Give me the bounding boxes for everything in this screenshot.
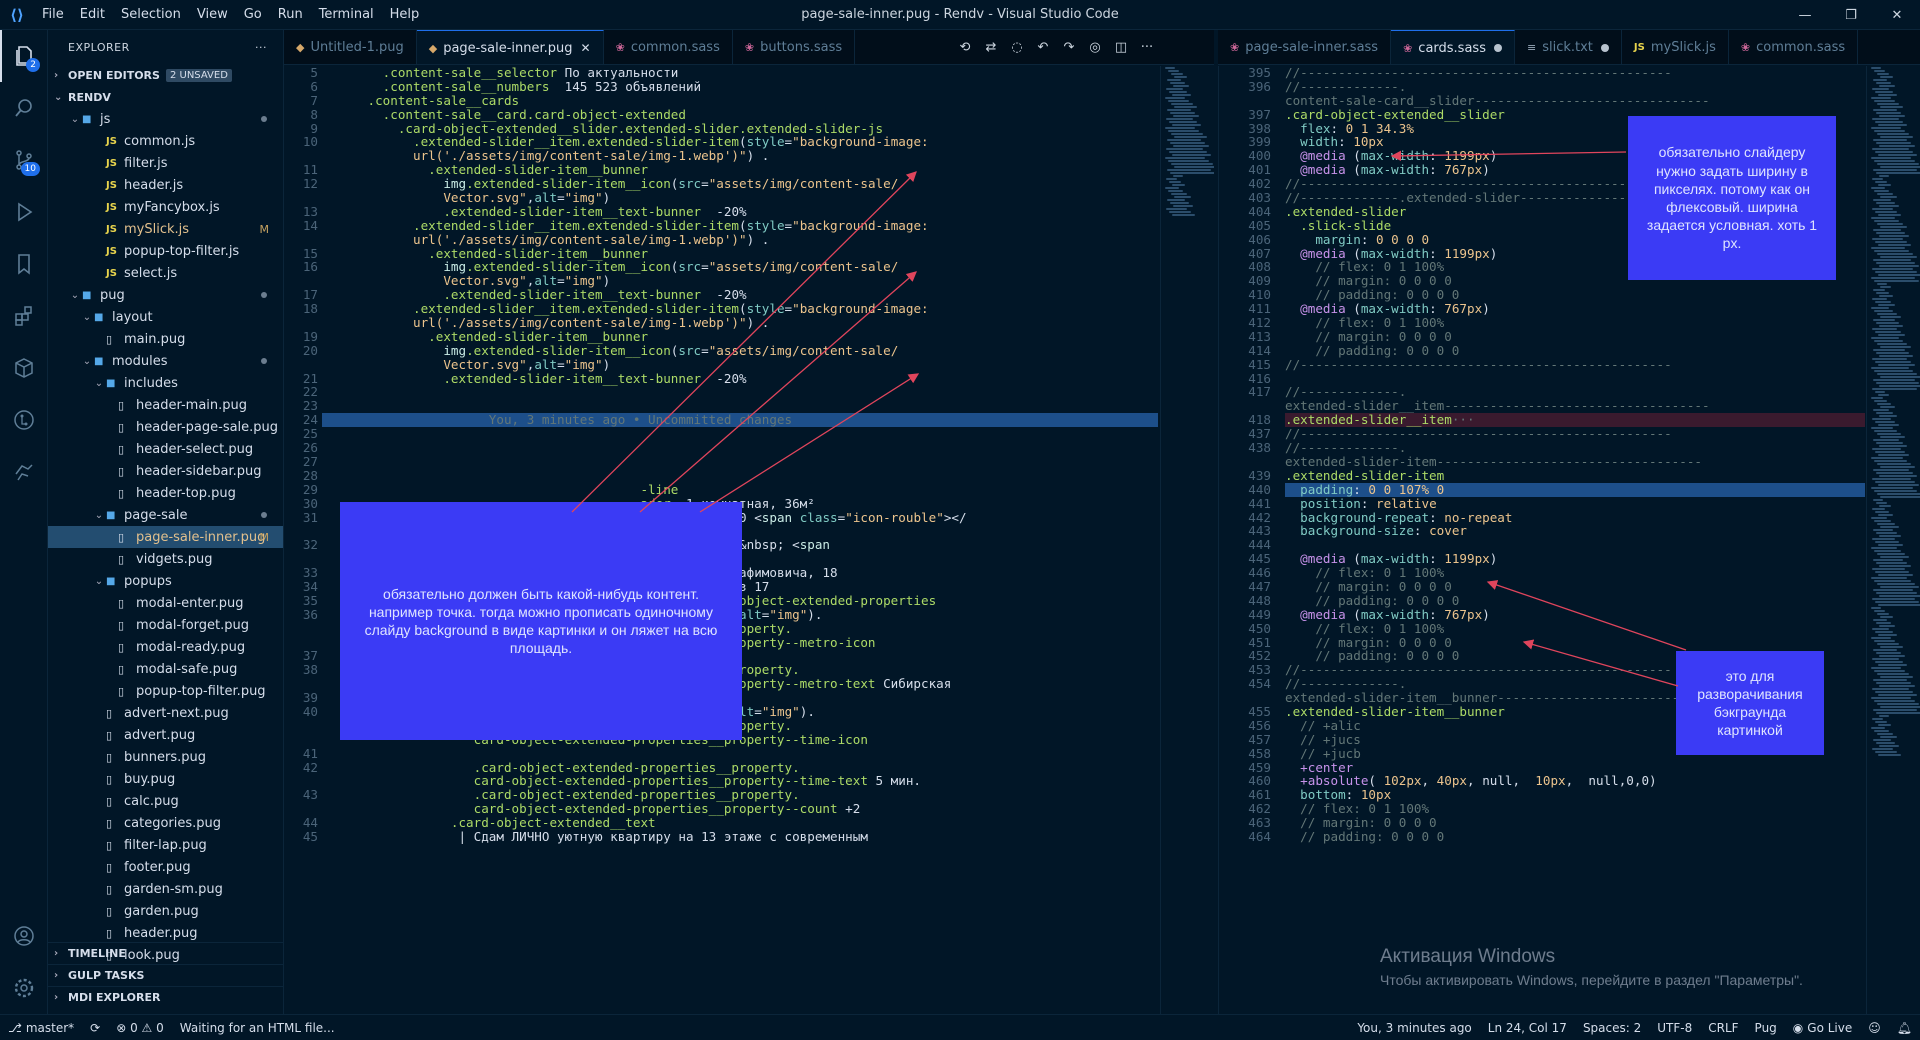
feedback-icon[interactable]: ☺ [1860,1021,1889,1035]
git-branch-icon: ⎇ [8,1020,22,1035]
notifications-bell-icon[interactable]: 🔔︎ [1889,1021,1920,1035]
line-ending[interactable]: CRLF [1700,1021,1746,1035]
arrow-left-3 [699,373,920,513]
watermark-title: Активация Windows [1380,946,1556,967]
language-mode[interactable]: Pug [1747,1021,1785,1035]
arrow-right-top [1390,150,1627,162]
branch-indicator[interactable]: ⎇ master* [0,1021,82,1035]
status-bar: ⎇ master* ⟳ ⊗ 0 ⚠ 0 Waiting for an HTML f… [0,1014,1920,1040]
problems-indicator[interactable]: ⊗ 0 ⚠ 0 [108,1021,172,1035]
arrow-right-bottom-1 [1486,580,1687,651]
arrow-right-bottom-2 [1522,639,1679,687]
sync-icon[interactable]: ⟳ [82,1021,108,1035]
encoding[interactable]: UTF-8 [1649,1021,1700,1035]
git-blame[interactable]: You, 3 minutes ago [1349,1021,1479,1035]
indentation[interactable]: Spaces: 2 [1575,1021,1649,1035]
annotation-arrows [571,150,1687,687]
status-message: Waiting for an HTML file... [179,1020,335,1035]
go-live-label: Go Live [1807,1020,1853,1035]
broadcast-icon: ◉ [1792,1020,1804,1035]
arrow-left-1 [571,171,917,513]
go-live-button[interactable]: ◉ Go Live [1785,1021,1860,1035]
cursor-position[interactable]: Ln 24, Col 17 [1480,1021,1575,1035]
watermark-subtitle: Чтобы активировать Windows, перейдите в … [1380,972,1803,988]
branch-name: master* [25,1020,75,1035]
